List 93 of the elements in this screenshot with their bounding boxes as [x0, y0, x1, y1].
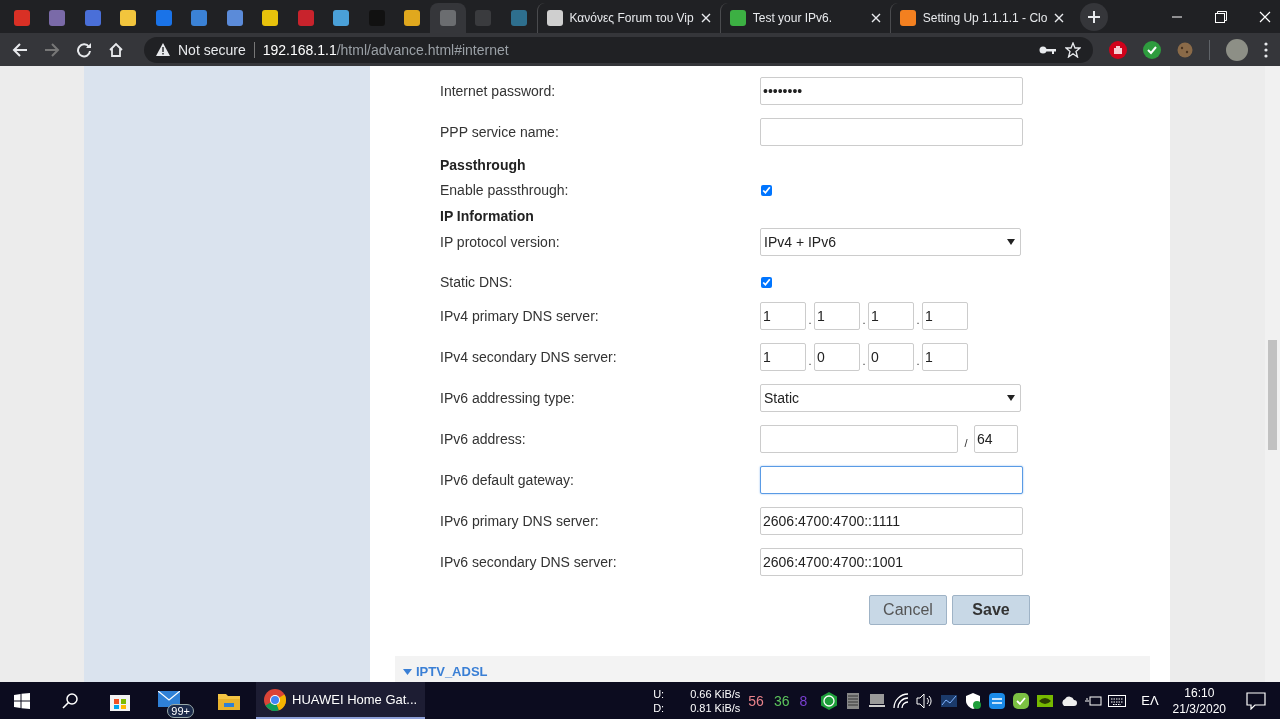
field-label: Enable passthrough:: [440, 182, 570, 198]
star-icon[interactable]: [1065, 41, 1081, 58]
tab-title: Κανόνες Forum του Vip: [569, 11, 694, 25]
field-label: PPP service name:: [440, 123, 560, 140]
octet-field[interactable]: 0: [868, 342, 914, 371]
check-badge-icon[interactable]: [1143, 40, 1161, 59]
scrollbar[interactable]: [1265, 66, 1280, 682]
count-badge: 99+: [167, 704, 194, 718]
search-icon[interactable]: [62, 692, 78, 709]
back-icon[interactable]: [12, 41, 28, 58]
input-field[interactable]: 2606:4700:4700::1001: [760, 547, 1023, 576]
close-icon[interactable]: [1054, 13, 1065, 23]
cookie-icon[interactable]: [1177, 41, 1193, 58]
tab-title: Test your IPv6.: [752, 11, 834, 25]
input-field[interactable]: [760, 117, 1023, 146]
counter-text: 8: [799, 692, 808, 709]
field-label: IPv4 secondary DNS server:: [440, 348, 618, 365]
field-label: IPv6 secondary DNS server:: [440, 553, 618, 570]
field-label: Internet password:: [440, 82, 557, 99]
separator-text: .: [807, 313, 813, 328]
language-indicator[interactable]: ΕΛ: [1141, 693, 1159, 708]
notification-icon[interactable]: [1246, 691, 1266, 710]
field-label: IPv6 address:: [440, 430, 527, 447]
save-button[interactable]: Save: [952, 595, 1030, 625]
avatar-icon[interactable]: [1226, 38, 1248, 61]
address-bar[interactable]: Not secure 192.168.1.1/html/advance.html#internet: [144, 36, 1093, 63]
close-icon[interactable]: [870, 13, 881, 23]
password-field[interactable]: ••••••••: [760, 76, 1023, 105]
restore-icon[interactable]: [1215, 10, 1227, 23]
separator-text: .: [807, 354, 813, 369]
octet-field[interactable]: 1: [922, 301, 968, 330]
clock[interactable]: 16:10 21/3/2020: [1172, 684, 1226, 717]
octet-field[interactable]: 1: [922, 342, 968, 371]
field-label: IPv6 addressing type:: [440, 389, 576, 406]
octet-field[interactable]: 0: [814, 342, 860, 371]
section-heading: IP Information: [440, 207, 534, 224]
caret-icon: [1007, 238, 1015, 245]
network-speed: 0.81 KiB/s: [690, 700, 741, 715]
separator-text: .: [915, 354, 921, 369]
octet-field[interactable]: 1: [760, 301, 806, 330]
browser-logo-icon: [264, 688, 286, 711]
forward-icon[interactable]: [44, 41, 60, 58]
scrollbar-thumb[interactable]: [1268, 340, 1277, 450]
octet-field[interactable]: 1: [760, 342, 806, 371]
octet-field[interactable]: 1: [868, 301, 914, 330]
prefix-field[interactable]: 64: [974, 424, 1018, 453]
home-icon[interactable]: [108, 41, 124, 58]
checkbox[interactable]: [761, 276, 772, 288]
field-label: IP protocol version:: [440, 233, 561, 250]
field-label: Static DNS:: [440, 274, 514, 290]
caret-icon: [1007, 394, 1015, 401]
network-label: D:: [653, 700, 665, 715]
cancel-button[interactable]: Cancel: [869, 595, 947, 625]
taskbar-app[interactable]: HUAWEI Home Gat...: [256, 682, 426, 719]
triangle-icon: [403, 669, 412, 675]
reload-icon[interactable]: [76, 41, 92, 58]
counter-text: 56: [748, 692, 764, 709]
url-text: 192.168.1.1/html/advance.html#internet: [262, 41, 509, 58]
section-title: IPTV_ADSL: [416, 664, 488, 679]
input-field[interactable]: [760, 465, 1023, 494]
menu-icon[interactable]: [1264, 41, 1268, 58]
separator-text: .: [861, 313, 867, 328]
tab-title: Setting Up 1.1.1.1 - Clo: [922, 11, 1048, 25]
separator-text: .: [861, 354, 867, 369]
dropdown[interactable]: Static: [760, 383, 1021, 412]
check-icon[interactable]: [1012, 691, 1031, 710]
shield-icon[interactable]: [964, 691, 983, 710]
close-icon[interactable]: [700, 13, 711, 23]
wifi-icon[interactable]: [892, 691, 911, 710]
octet-field[interactable]: 1: [814, 301, 860, 330]
envelope-icon[interactable]: [158, 691, 180, 707]
input-field[interactable]: 2606:4700:4700::1111: [760, 506, 1023, 535]
checkbox[interactable]: [761, 184, 772, 196]
input-field[interactable]: [760, 424, 958, 453]
monitor-icon[interactable]: [868, 691, 887, 710]
key-icon[interactable]: [1039, 44, 1057, 55]
separator-text: .: [915, 313, 921, 328]
warning-icon: [156, 43, 170, 56]
network-label: U:: [653, 686, 665, 701]
speaker-icon[interactable]: [916, 691, 935, 710]
field-label: IPv4 primary DNS server:: [440, 307, 600, 324]
new-tab-icon[interactable]: [1080, 3, 1109, 31]
field-label: IPv6 default gateway:: [440, 471, 575, 488]
folder-icon[interactable]: [218, 691, 240, 710]
field-label: IPv6 primary DNS server:: [440, 512, 600, 529]
counter-text: 36: [773, 692, 790, 709]
section-heading: Passthrough: [440, 156, 526, 173]
section-header[interactable]: IPTV_ADSL: [395, 656, 1150, 682]
network-speed: 0.66 KiB/s: [690, 686, 741, 701]
separator-text: /: [963, 436, 969, 451]
security-label: Not secure: [178, 41, 255, 58]
dropdown[interactable]: IPv4 + IPv6: [760, 227, 1021, 256]
windows-icon[interactable]: [14, 692, 30, 709]
